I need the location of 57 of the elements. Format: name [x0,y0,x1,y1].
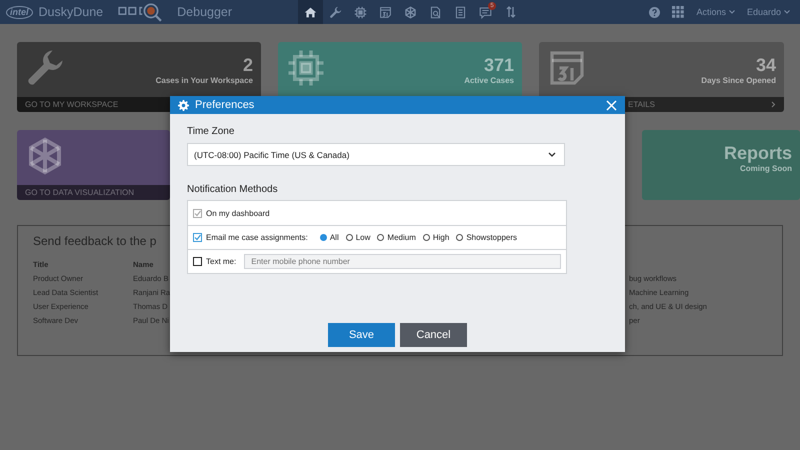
checkbox[interactable] [193,257,202,266]
stat-value: 34 [756,54,776,76]
stat-value: 2 [242,54,253,76]
calendar-icon [379,6,392,18]
dropdown-menu[interactable]: Actions [696,7,735,17]
chip-icon [286,48,326,88]
close-button[interactable] [606,100,617,110]
network-icon [404,6,418,18]
caret-icon [548,152,556,157]
stat-card[interactable]: GO TO DATA VISUALIZATION [17,130,170,200]
feedback-title: Send feedback to the p [33,234,156,248]
settings-icon [178,100,189,110]
radio-option[interactable]: Medium [377,233,416,242]
help-icon[interactable] [649,6,660,18]
radio-option[interactable]: All [320,233,339,242]
footer-link[interactable]: GO TO MY WORKSPACE [25,100,118,109]
option-label: Email me case assignments: [206,233,308,242]
save-button[interactable]: Save [328,323,395,347]
swap-icon[interactable] [506,6,516,18]
footer-link[interactable]: GO TO DATA VISUALIZATION [25,188,134,197]
stat-label: Days Since Opened [701,76,776,85]
stat-card[interactable]: Reports Coming Soon [642,130,800,200]
stat-card[interactable]: 34 Days Since Opened ETAILS [539,42,784,112]
field-label: Notification Methods [187,184,279,195]
footer-link[interactable]: ETAILS [628,100,655,109]
stat-value: Reports [724,142,792,164]
stat-label: Active Cases [464,76,514,85]
dropdown-menu[interactable]: Eduardo [746,7,790,17]
brand-logo: intel [6,6,33,18]
radio-option[interactable]: Showstoppers [456,233,518,242]
app-name: DuskyDune [38,5,104,19]
document-search-icon [429,6,442,18]
option-label: On my dashboard [206,208,270,218]
caret-icon [728,10,735,14]
field-label: Time Zone [187,126,236,137]
home-icon [304,6,318,18]
nav-tab[interactable] [298,0,324,24]
chevron-icon [771,101,776,108]
phone-input-field[interactable]: Enter mobile phone number [244,254,561,269]
option-label: Text me: [206,257,236,266]
app-suffix: Debugger [177,5,232,19]
card-footer[interactable]: GO TO DATA VISUALIZATION [17,185,170,200]
wrench-icon [329,6,342,18]
timezone-dropdown[interactable]: (UTC-08:00) Pacific Time (US & Canada) [187,143,565,166]
dialog-title: Preferences [195,99,254,111]
checkbox[interactable] [193,233,202,242]
stat-value: 371 [484,54,514,76]
radio-option[interactable]: Low [346,233,370,242]
document-icon [454,6,468,18]
stat-label: Cases in Your Workspace [156,76,253,85]
chip-icon [354,6,368,18]
chat-icon [479,6,492,18]
radio-option[interactable]: High [422,233,450,242]
apps-grid-icon[interactable] [672,6,684,18]
stat-label: Coming Soon [740,164,792,173]
caret-icon [784,10,790,14]
cancel-button[interactable]: Cancel [400,323,467,347]
